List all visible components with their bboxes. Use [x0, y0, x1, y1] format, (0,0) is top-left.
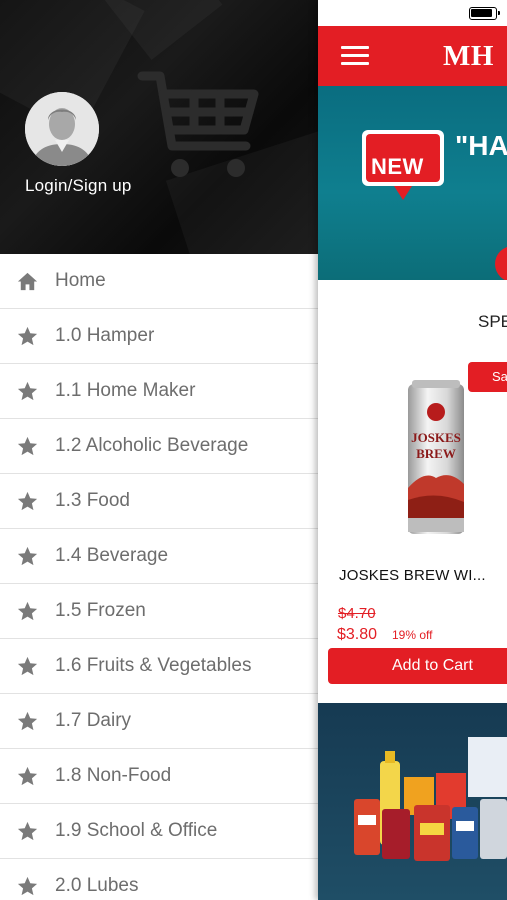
menu-item-label: 1.8 Non-Food [55, 765, 172, 786]
product-image[interactable]: JOSKES BREW [404, 378, 468, 540]
star-icon [17, 601, 38, 621]
star-icon [17, 876, 38, 896]
grocery-products-graphic [354, 737, 507, 861]
menu-item-label: 1.5 Frozen [55, 600, 146, 621]
star-icon [17, 326, 38, 346]
drawer-menu: Home 1.0 Hamper 1.1 Home Maker 1.2 Alcoh… [0, 254, 318, 900]
navigation-drawer: Login/Sign up Home 1.0 Hamper 1.1 Home M… [0, 0, 318, 900]
sale-price: $3.80 [337, 626, 378, 643]
original-price: $4.70 [338, 605, 376, 622]
star-icon [17, 766, 38, 786]
menu-item-label: 1.3 Food [55, 490, 130, 511]
grocery-promo-banner[interactable] [318, 703, 507, 900]
menu-item-lubes[interactable]: 2.0 Lubes [0, 859, 318, 900]
menu-item-beverage[interactable]: 1.4 Beverage [0, 529, 318, 584]
app-bar: MH [318, 26, 507, 86]
product-name[interactable]: JOSKES BREW WI... [339, 567, 486, 584]
promo-banner[interactable]: NEW "HAM [318, 86, 507, 280]
star-icon [17, 436, 38, 456]
menu-item-label: 1.2 Alcoholic Beverage [55, 435, 249, 456]
shopping-cart-icon [137, 71, 259, 177]
login-signup-link[interactable]: Login/Sign up [25, 176, 132, 196]
home-icon [17, 272, 38, 291]
discount-label: 19% off [392, 628, 433, 642]
brand-logo: MH [443, 40, 494, 72]
svg-text:JOSKES: JOSKES [411, 430, 461, 445]
menu-item-fruits-vegetables[interactable]: 1.6 Fruits & Vegetables [0, 639, 318, 694]
menu-item-alcoholic-beverage[interactable]: 1.2 Alcoholic Beverage [0, 419, 318, 474]
menu-item-label: 1.7 Dairy [55, 710, 132, 731]
menu-item-label: 1.0 Hamper [55, 325, 155, 346]
banner-headline: "HAM [455, 130, 507, 161]
star-icon [17, 381, 38, 401]
star-icon [17, 656, 38, 676]
drawer-header: Login/Sign up [0, 0, 318, 254]
menu-item-food[interactable]: 1.3 Food [0, 474, 318, 529]
menu-item-dairy[interactable]: 1.7 Dairy [0, 694, 318, 749]
new-badge-label: NEW [371, 154, 424, 179]
avatar[interactable] [25, 92, 99, 166]
menu-item-home-maker[interactable]: 1.1 Home Maker [0, 364, 318, 419]
star-icon [17, 546, 38, 566]
menu-item-label: 1.9 School & Office [55, 820, 218, 841]
star-icon [17, 491, 38, 511]
menu-item-home[interactable]: Home [0, 254, 318, 309]
menu-item-hamper[interactable]: 1.0 Hamper [0, 309, 318, 364]
menu-item-label: 2.0 Lubes [55, 875, 139, 896]
menu-item-label: Home [55, 270, 106, 291]
star-icon [17, 821, 38, 841]
menu-item-non-food[interactable]: 1.8 Non-Food [0, 749, 318, 804]
hamburger-menu-icon[interactable] [341, 44, 369, 68]
section-title: SPE [478, 312, 507, 331]
menu-item-frozen[interactable]: 1.5 Frozen [0, 584, 318, 639]
svg-text:BREW: BREW [416, 446, 456, 461]
banner-decoration [495, 246, 507, 280]
add-to-cart-button[interactable]: Add to Cart [328, 648, 507, 684]
sale-badge: Sa [468, 362, 507, 392]
menu-item-label: 1.1 Home Maker [55, 380, 196, 401]
battery-icon [469, 7, 500, 20]
main-content[interactable]: MH NEW "HAM SPE Sa JOSKES BREW JO [318, 0, 507, 900]
star-icon [17, 711, 38, 731]
menu-item-label: 1.4 Beverage [55, 545, 169, 566]
user-avatar-icon [25, 92, 99, 166]
menu-item-school-office[interactable]: 1.9 School & Office [0, 804, 318, 859]
menu-item-label: 1.6 Fruits & Vegetables [55, 655, 252, 676]
